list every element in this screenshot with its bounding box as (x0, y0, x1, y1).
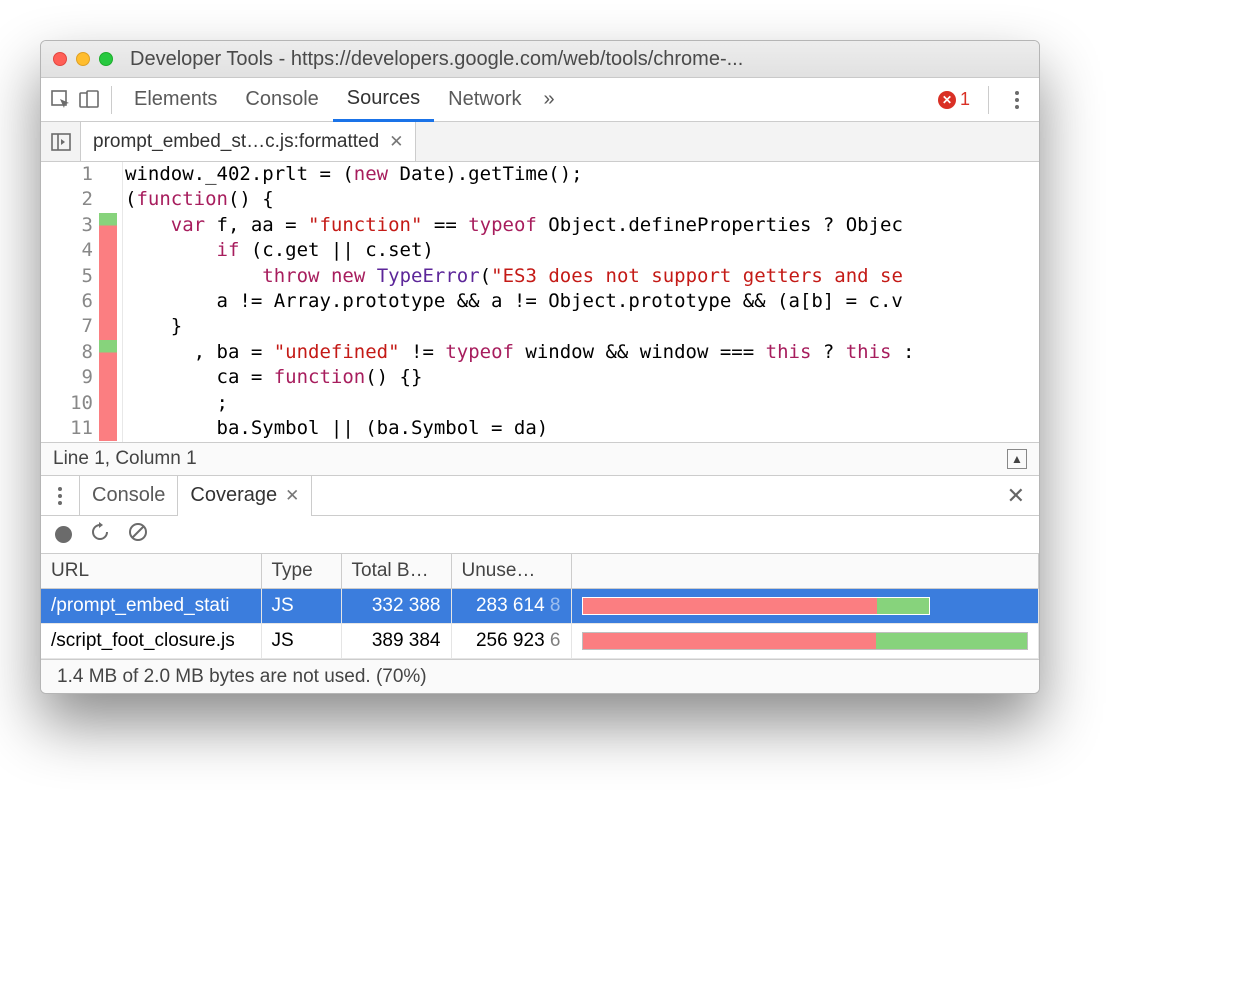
code-line: ca = function() {} (125, 365, 1039, 390)
code-line: if (c.get || c.set) (125, 238, 1039, 263)
line-number: 8 (41, 340, 99, 365)
coverage-marker (99, 391, 117, 416)
tab-sources[interactable]: Sources (333, 78, 434, 122)
cell-unused: 283 614 8 (451, 589, 571, 624)
code-lines: window._402.prlt = (new Date).getTime();… (123, 162, 1039, 442)
error-number: 1 (960, 89, 970, 110)
col-total[interactable]: Total B… (341, 554, 451, 589)
coverage-table: URL Type Total B… Unuse… /prompt_embed_s… (41, 554, 1039, 659)
more-tabs-icon[interactable]: » (544, 88, 555, 111)
main-toolbar: Elements Console Sources Network » ✕ 1 (41, 78, 1039, 122)
line-number: 9 (41, 365, 99, 390)
code-line: (function() { (125, 187, 1039, 212)
cell-url: /prompt_embed_stati (41, 589, 261, 624)
drawer-tab-label: Coverage (190, 484, 277, 507)
drawer-tab-console[interactable]: Console (79, 476, 178, 516)
code-line: a != Array.prototype && a != Object.prot… (125, 289, 1039, 314)
file-tabs-row: prompt_embed_st…c.js:formatted ✕ (41, 122, 1039, 162)
cursor-position: Line 1, Column 1 (53, 448, 197, 470)
col-type[interactable]: Type (261, 554, 341, 589)
status-bar: Line 1, Column 1 ▲ (41, 442, 1039, 476)
drawer-tabs: Console Coverage ✕ ✕ (41, 476, 1039, 516)
close-icon[interactable]: ✕ (285, 486, 299, 506)
usage-bar (582, 597, 930, 615)
coverage-summary: 1.4 MB of 2.0 MB bytes are not used. (70… (41, 659, 1039, 693)
code-line: ; (125, 391, 1039, 416)
cell-total: 389 384 (341, 624, 451, 659)
cell-unused: 256 923 6 (451, 624, 571, 659)
coverage-marker (99, 213, 117, 238)
window-minimize-button[interactable] (76, 52, 90, 66)
code-line: ba.Symbol || (ba.Symbol = da) (125, 416, 1039, 441)
tab-elements[interactable]: Elements (120, 78, 231, 122)
line-number: 6 (41, 289, 99, 314)
code-line: var f, aa = "function" == typeof Object.… (125, 213, 1039, 238)
coverage-marker (99, 340, 117, 365)
drawer-close-icon[interactable]: ✕ (993, 483, 1039, 509)
line-number: 4 (41, 238, 99, 263)
line-number: 5 (41, 264, 99, 289)
coverage-marker (99, 314, 117, 339)
error-count[interactable]: ✕ 1 (938, 89, 970, 110)
tab-console[interactable]: Console (231, 78, 332, 122)
navigator-toggle-icon[interactable] (41, 122, 81, 162)
coverage-marker (99, 416, 117, 441)
cell-url: /script_foot_closure.js (41, 624, 261, 659)
code-line: } (125, 314, 1039, 339)
error-icon: ✕ (938, 91, 956, 109)
col-bar[interactable] (571, 554, 1039, 589)
table-row[interactable]: /script_foot_closure.js JS 389 384 256 9… (41, 624, 1039, 659)
code-editor[interactable]: 1234567891011 window._402.prlt = (new Da… (41, 162, 1039, 442)
inspect-element-icon[interactable] (47, 90, 75, 110)
code-line: window._402.prlt = (new Date).getTime(); (125, 162, 1039, 187)
collapse-drawer-icon[interactable]: ▲ (1007, 449, 1027, 469)
file-tab-name: prompt_embed_st…c.js:formatted (93, 131, 379, 153)
col-url[interactable]: URL (41, 554, 261, 589)
line-number: 2 (41, 187, 99, 212)
separator (988, 86, 989, 114)
drawer-menu-icon[interactable] (45, 487, 75, 505)
line-number: 7 (41, 314, 99, 339)
code-line: throw new TypeError("ES3 does not suppor… (125, 264, 1039, 289)
line-number: 1 (41, 162, 99, 187)
coverage-marker (99, 187, 117, 212)
window-title: Developer Tools - https://developers.goo… (130, 48, 743, 71)
coverage-marker (99, 264, 117, 289)
window-close-button[interactable] (53, 52, 67, 66)
coverage-marker (99, 365, 117, 390)
cell-bar (571, 624, 1039, 659)
file-tab[interactable]: prompt_embed_st…c.js:formatted ✕ (81, 122, 416, 161)
cell-bar (571, 589, 1039, 624)
line-number: 10 (41, 391, 99, 416)
cell-type: JS (261, 624, 341, 659)
table-header-row: URL Type Total B… Unuse… (41, 554, 1039, 589)
record-icon[interactable] (55, 526, 72, 543)
clear-icon[interactable] (128, 522, 148, 547)
code-line: , ba = "undefined" != typeof window && w… (125, 340, 1039, 365)
cell-total: 332 388 (341, 589, 451, 624)
cell-type: JS (261, 589, 341, 624)
titlebar: Developer Tools - https://developers.goo… (41, 41, 1039, 78)
reload-icon[interactable] (90, 522, 110, 547)
coverage-marker (99, 238, 117, 263)
usage-bar (582, 632, 1029, 650)
close-icon[interactable]: ✕ (389, 132, 403, 152)
coverage-marker (99, 162, 117, 187)
coverage-summary-text: 1.4 MB of 2.0 MB bytes are not used. (70… (57, 666, 427, 688)
gutter: 1234567891011 (41, 162, 123, 442)
separator (111, 86, 112, 114)
col-unused[interactable]: Unuse… (451, 554, 571, 589)
devtools-window: Developer Tools - https://developers.goo… (40, 40, 1040, 694)
coverage-marker (99, 289, 117, 314)
line-number: 11 (41, 416, 99, 441)
window-zoom-button[interactable] (99, 52, 113, 66)
line-number: 3 (41, 213, 99, 238)
drawer-tab-coverage[interactable]: Coverage ✕ (178, 476, 312, 516)
tab-network[interactable]: Network (434, 78, 535, 122)
device-toolbar-icon[interactable] (75, 90, 103, 110)
coverage-toolbar (41, 516, 1039, 554)
table-row[interactable]: /prompt_embed_stati JS 332 388 283 614 8 (41, 589, 1039, 624)
settings-menu-icon[interactable] (1007, 91, 1027, 109)
